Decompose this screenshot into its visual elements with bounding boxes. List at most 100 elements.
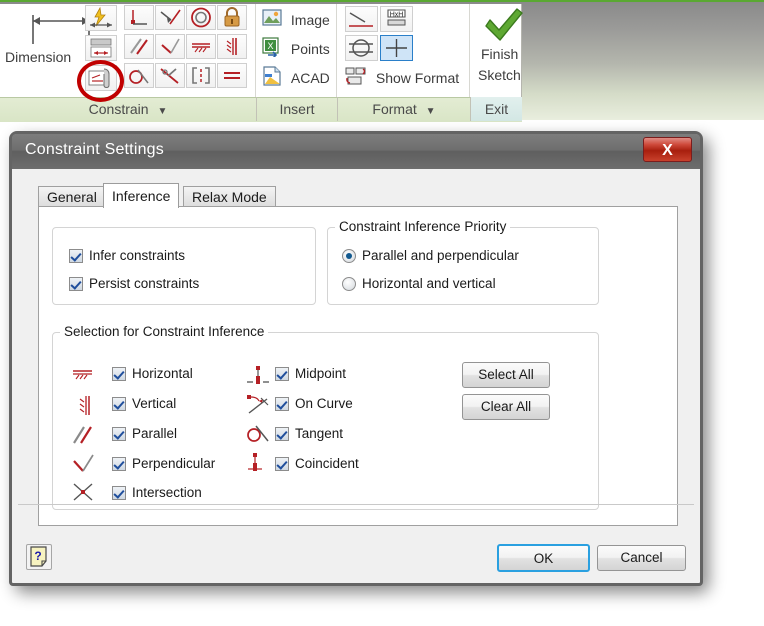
finish-sketch-label-line1[interactable]: Finish bbox=[481, 46, 518, 62]
tangent-icon[interactable] bbox=[124, 63, 154, 88]
checkbox-tangent[interactable] bbox=[275, 427, 289, 441]
panel-separator bbox=[469, 4, 470, 97]
checkbox-perpendicular[interactable] bbox=[112, 457, 126, 471]
parallel-icon[interactable] bbox=[124, 34, 154, 59]
select-all-button[interactable]: Select All bbox=[462, 362, 550, 388]
ribbon-toolbar: Dimension Image X Points ACAD HxH Show F… bbox=[0, 0, 764, 122]
convert-to-reference-icon[interactable] bbox=[345, 35, 378, 61]
make-line-continuous-icon[interactable] bbox=[345, 6, 378, 32]
image-icon bbox=[262, 8, 282, 31]
tab-relax-mode[interactable]: Relax Mode bbox=[183, 186, 276, 207]
panel-label-text: Insert bbox=[279, 101, 315, 117]
tab-general[interactable]: General bbox=[38, 186, 106, 207]
constraint-settings-icon[interactable] bbox=[85, 65, 117, 91]
make-symmetric-icon[interactable] bbox=[155, 63, 185, 88]
perpendicular-icon[interactable] bbox=[155, 34, 185, 59]
perpendicular-line-icon[interactable] bbox=[155, 5, 185, 30]
svg-text:?: ? bbox=[34, 549, 41, 563]
panel-label-insert: Insert bbox=[256, 97, 337, 121]
show-format-button[interactable]: Show Format bbox=[345, 66, 459, 89]
dialog-body: General Inference Relax Mode Infer const… bbox=[18, 169, 694, 577]
equal-length-icon[interactable] bbox=[186, 63, 216, 88]
label-tangent[interactable]: Tangent bbox=[295, 426, 343, 441]
radio-horizontal-vertical[interactable] bbox=[342, 277, 356, 291]
constraint-settings-dialog: Constraint Settings X General Inference … bbox=[9, 131, 703, 586]
priority-group-title: Constraint Inference Priority bbox=[335, 219, 511, 234]
help-icon[interactable]: ? bbox=[26, 544, 52, 570]
svg-text:X: X bbox=[267, 41, 273, 51]
tangent-constraint-icon bbox=[246, 422, 272, 451]
constraint-inference-priority-group bbox=[327, 227, 599, 305]
label-on-curve[interactable]: On Curve bbox=[295, 396, 353, 411]
radio-horizontal-vertical-label[interactable]: Horizontal and vertical bbox=[362, 276, 496, 291]
checkbox-vertical[interactable] bbox=[112, 397, 126, 411]
horizontal-icon[interactable] bbox=[186, 34, 216, 59]
show-format-icon bbox=[345, 66, 367, 89]
insert-item-label: Points bbox=[290, 40, 330, 57]
label-vertical[interactable]: Vertical bbox=[132, 396, 176, 411]
checkbox-midpoint[interactable] bbox=[275, 367, 289, 381]
dialog-titlebar[interactable]: Constraint Settings X bbox=[12, 134, 700, 169]
infer-options-group bbox=[52, 227, 316, 305]
label-perpendicular[interactable]: Perpendicular bbox=[132, 456, 215, 471]
checkbox-horizontal[interactable] bbox=[112, 367, 126, 381]
insert-item-acad[interactable]: ACAD bbox=[262, 66, 330, 89]
acad-icon bbox=[262, 66, 282, 89]
checkbox-parallel[interactable] bbox=[112, 427, 126, 441]
label-intersection[interactable]: Intersection bbox=[132, 485, 202, 500]
dimension-button-label[interactable]: Dimension bbox=[5, 49, 71, 65]
panel-label-exit: Exit bbox=[470, 97, 522, 121]
chevron-down-icon[interactable]: ▼ bbox=[426, 106, 436, 117]
vertical-constraint-icon bbox=[75, 395, 95, 422]
insert-item-label: Image bbox=[290, 11, 330, 28]
close-icon[interactable]: X bbox=[643, 137, 692, 162]
finish-sketch-label-line2[interactable]: Sketch bbox=[478, 67, 521, 83]
on-curve-constraint-icon bbox=[245, 393, 271, 422]
infer-constraints-checkbox[interactable] bbox=[69, 249, 83, 263]
ok-button[interactable]: OK bbox=[497, 544, 590, 572]
fix-point-icon[interactable] bbox=[124, 5, 154, 30]
panel-separator bbox=[255, 4, 256, 97]
tab-inference[interactable]: Inference bbox=[103, 183, 180, 208]
checkbox-intersection[interactable] bbox=[112, 486, 126, 500]
lock-icon[interactable] bbox=[217, 5, 247, 30]
persist-constraints-label[interactable]: Persist constraints bbox=[89, 276, 199, 291]
panel-separator bbox=[336, 4, 337, 97]
label-coincident[interactable]: Coincident bbox=[295, 456, 359, 471]
panel-label-format[interactable]: Format ▼ bbox=[337, 97, 470, 121]
label-midpoint[interactable]: Midpoint bbox=[295, 366, 346, 381]
label-horizontal[interactable]: Horizontal bbox=[132, 366, 193, 381]
svg-text:HxH: HxH bbox=[390, 12, 404, 19]
vertical-icon[interactable] bbox=[217, 34, 247, 59]
dialog-title: Constraint Settings bbox=[25, 141, 164, 158]
panel-label-text: Exit bbox=[484, 101, 509, 117]
footer-divider bbox=[18, 504, 694, 505]
show-format-label: Show Format bbox=[375, 69, 460, 86]
radio-parallel-perpendicular[interactable] bbox=[342, 249, 356, 263]
perpendicular-constraint-icon bbox=[72, 453, 96, 480]
checkbox-on-curve[interactable] bbox=[275, 397, 289, 411]
green-checkmark-icon[interactable] bbox=[482, 6, 526, 51]
clear-all-button[interactable]: Clear All bbox=[462, 394, 550, 420]
checkbox-coincident[interactable] bbox=[275, 457, 289, 471]
equal-icon[interactable] bbox=[217, 63, 247, 88]
persist-constraints-checkbox[interactable] bbox=[69, 277, 83, 291]
radio-parallel-perpendicular-label[interactable]: Parallel and perpendicular bbox=[362, 248, 519, 263]
tab-page-inference: Infer constraints Persist constraints Co… bbox=[38, 206, 678, 526]
label-parallel[interactable]: Parallel bbox=[132, 426, 177, 441]
display-grid-icon[interactable] bbox=[380, 35, 413, 61]
infer-constraints-label[interactable]: Infer constraints bbox=[89, 248, 185, 263]
rapid-dimension-icon[interactable] bbox=[85, 5, 117, 31]
parallel-constraint-icon bbox=[72, 424, 96, 451]
insert-item-image[interactable]: Image bbox=[262, 8, 330, 31]
panel-label-constrain[interactable]: Constrain ▼ bbox=[0, 97, 256, 121]
points-icon: X bbox=[262, 37, 282, 60]
panel-label-text: Format bbox=[372, 101, 417, 117]
cancel-button[interactable]: Cancel bbox=[597, 545, 686, 571]
insert-item-points[interactable]: X Points bbox=[262, 37, 330, 60]
dimension-list-icon[interactable] bbox=[85, 35, 117, 61]
concentric-icon[interactable] bbox=[186, 5, 216, 30]
horizontal-constraint-icon bbox=[71, 367, 95, 388]
hxh-size-icon[interactable]: HxH bbox=[380, 6, 413, 32]
chevron-down-icon[interactable]: ▼ bbox=[157, 106, 167, 117]
